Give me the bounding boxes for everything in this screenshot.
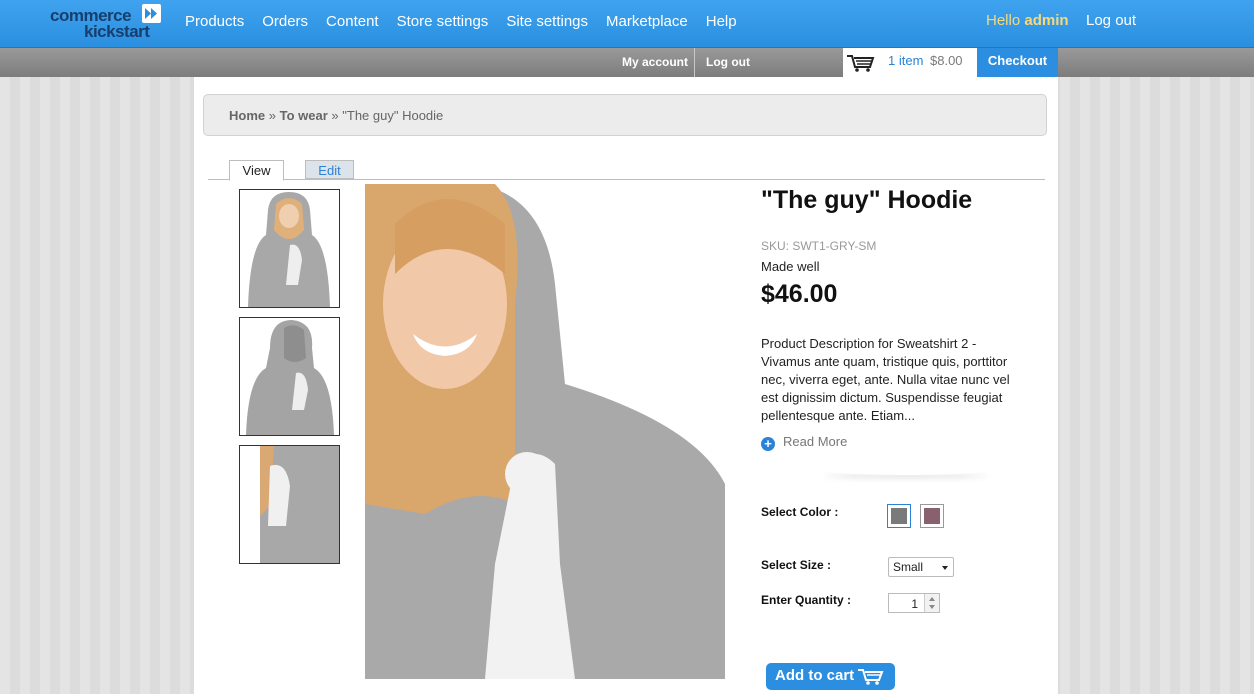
swatch-fill — [924, 508, 940, 524]
breadcrumb-sep: » — [268, 108, 276, 123]
cart-icon — [846, 53, 876, 78]
admin-menu-store-settings[interactable]: Store settings — [397, 13, 489, 30]
user-bar: My account Log out 1 item $8.00 Checkout — [0, 48, 1254, 77]
spinner-up-icon[interactable] — [929, 597, 935, 601]
fast-forward-icon — [142, 4, 161, 23]
hello-greeting: Hello admin — [986, 12, 1069, 29]
commerce-kickstart-logo[interactable]: commerce kickstart — [50, 4, 162, 41]
product-price: $46.00 — [761, 280, 838, 308]
product-sku: SKU: SWT1-GRY-SM — [761, 239, 877, 253]
add-to-cart-button[interactable]: Add to cart — [766, 663, 895, 690]
divider-shadow — [821, 465, 991, 475]
product-title: "The guy" Hoodie — [761, 186, 973, 214]
color-swatch-mauve[interactable] — [920, 504, 944, 528]
read-more-link[interactable]: + Read More — [761, 434, 847, 451]
admin-logout-link[interactable]: Log out — [1086, 12, 1136, 29]
quantity-spinner[interactable] — [924, 594, 939, 612]
quantity-label: Enter Quantity : — [761, 593, 852, 607]
read-more-label: Read More — [783, 434, 848, 449]
admin-menu-site-settings[interactable]: Site settings — [506, 13, 588, 30]
size-select-value: Small — [893, 560, 924, 574]
divider — [694, 48, 695, 77]
product-thumbnail-2[interactable] — [239, 317, 340, 436]
product-tagline: Made well — [761, 259, 820, 274]
my-account-link[interactable]: My account — [622, 55, 688, 69]
plus-icon: + — [761, 437, 775, 451]
swatch-fill — [891, 508, 907, 524]
cart-items-count[interactable]: 1 item — [888, 53, 923, 68]
admin-menu: Products Orders Content Store settings S… — [185, 13, 737, 30]
breadcrumb-sep: » — [331, 108, 339, 123]
admin-menu-help[interactable]: Help — [706, 13, 737, 30]
tab-view[interactable]: View — [229, 160, 284, 181]
cart-summary[interactable]: 1 item $8.00 — [843, 48, 977, 77]
user-logout-link[interactable]: Log out — [706, 55, 750, 69]
main-content: Home » To wear » "The guy" Hoodie View E… — [194, 77, 1058, 694]
breadcrumb-home[interactable]: Home — [229, 108, 265, 123]
quantity-stepper[interactable]: 1 — [888, 593, 940, 613]
breadcrumb: Home » To wear » "The guy" Hoodie — [203, 94, 1047, 136]
select-size-label: Select Size : — [761, 558, 832, 572]
admin-menu-orders[interactable]: Orders — [262, 13, 308, 30]
checkout-button[interactable]: Checkout — [977, 48, 1058, 77]
cart-total: $8.00 — [930, 53, 963, 68]
node-tabs: View Edit — [208, 159, 1045, 181]
admin-menu-content[interactable]: Content — [326, 13, 379, 30]
size-select[interactable]: Small — [888, 557, 954, 577]
cart-icon — [858, 669, 884, 685]
spinner-down-icon[interactable] — [929, 605, 935, 609]
admin-menu-marketplace[interactable]: Marketplace — [606, 13, 688, 30]
admin-toolbar: commerce kickstart Products Orders Conte… — [0, 0, 1254, 48]
select-color-label: Select Color : — [761, 505, 839, 519]
hello-text: Hello — [986, 12, 1021, 29]
breadcrumb-category[interactable]: To wear — [280, 108, 328, 123]
logo-line2: kickstart — [84, 22, 150, 41]
product-thumbnail-3[interactable] — [239, 445, 340, 564]
breadcrumb-current: "The guy" Hoodie — [342, 108, 444, 123]
chevron-down-icon — [942, 566, 948, 570]
product-main-image[interactable] — [365, 184, 725, 679]
product-thumbnail-1[interactable] — [239, 189, 340, 308]
color-swatch-grey[interactable] — [887, 504, 911, 528]
product-description: Product Description for Sweatshirt 2 - V… — [761, 336, 1010, 423]
tab-edit[interactable]: Edit — [305, 160, 354, 179]
quantity-value: 1 — [911, 597, 918, 611]
add-to-cart-label: Add to cart — [775, 667, 855, 684]
username-link[interactable]: admin — [1024, 12, 1068, 29]
admin-menu-products[interactable]: Products — [185, 13, 244, 30]
